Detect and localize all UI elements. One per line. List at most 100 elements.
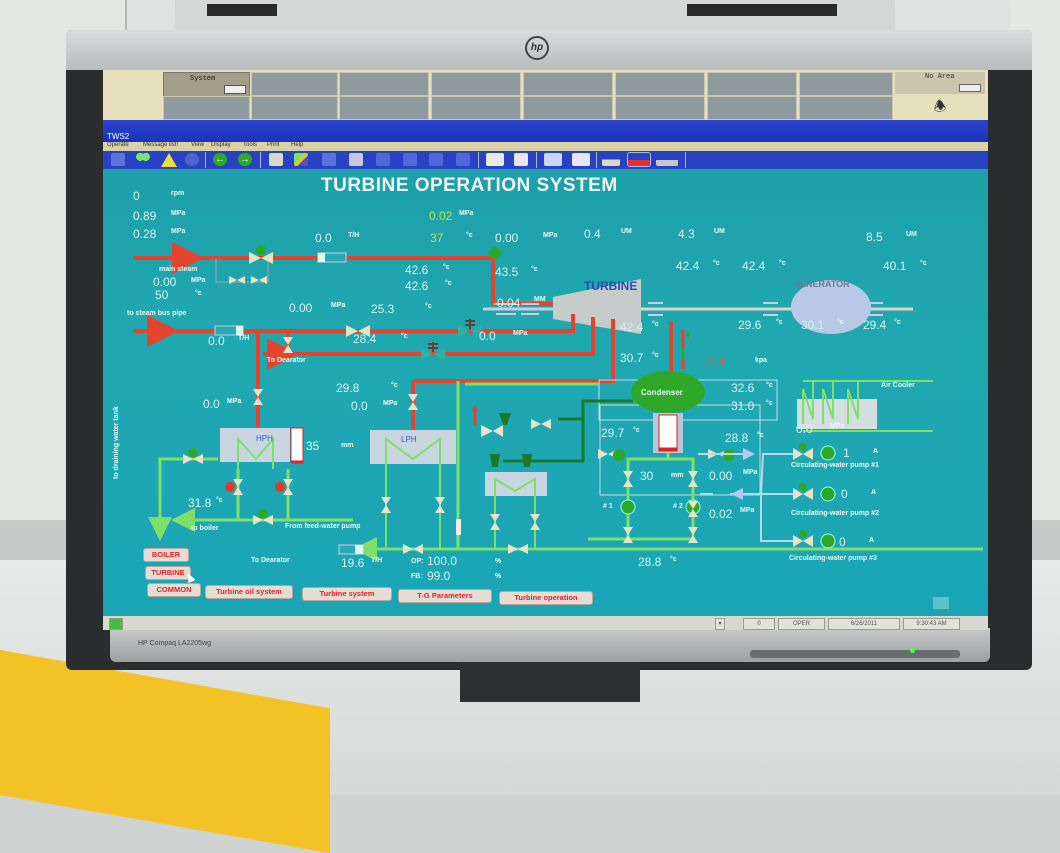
report-icon[interactable] — [269, 153, 283, 166]
cycle-icon[interactable] — [429, 153, 443, 166]
forward-arrow-icon[interactable]: → — [238, 153, 252, 166]
group-icon[interactable] — [456, 153, 470, 166]
valve-fb-unit: % — [495, 573, 502, 580]
gen-temp-2: 30.1 — [801, 318, 825, 332]
area-selector[interactable]: No Area — [895, 72, 985, 94]
menu-operate[interactable]: Operate — [107, 142, 129, 148]
alarm-cell[interactable] — [707, 96, 797, 120]
tuning-icon[interactable] — [403, 153, 417, 166]
cond-pump-pressure: 0.00 — [709, 469, 733, 483]
main-steam-flow-unit: T/H — [348, 232, 360, 239]
tab-turbine-oil-system[interactable]: Turbine oil system — [205, 585, 293, 599]
system-selector[interactable]: System — [163, 72, 250, 97]
ext-pressure-unit: MPa — [331, 302, 346, 309]
alarm-cell[interactable] — [523, 72, 613, 96]
back-arrow-icon[interactable]: ← — [213, 153, 227, 166]
ext-temp-2-value: 28.4 — [353, 332, 377, 346]
network-icon[interactable] — [136, 153, 150, 166]
alarm-cell[interactable] — [339, 72, 429, 96]
cw-header-pressure-unit: MPa — [830, 423, 845, 430]
windows-stack-icon[interactable] — [544, 153, 562, 166]
chart-icon[interactable] — [376, 153, 390, 166]
menu-message-list[interactable]: Message list! — [143, 142, 178, 148]
menu-view[interactable]: View — [191, 142, 204, 148]
alarm-cell[interactable] — [251, 96, 338, 120]
trend-icon[interactable] — [349, 153, 363, 166]
corner-icon[interactable] — [933, 597, 949, 609]
horn-silence-icon[interactable]: 🕭 — [895, 95, 985, 118]
flowmeter-fill — [236, 326, 243, 335]
graphic-icon[interactable] — [294, 153, 308, 166]
cw-out-temp-2-unit: °c — [766, 400, 773, 407]
alarm-cell[interactable] — [523, 96, 613, 120]
steam-bus-label: to steam bus pipe — [127, 310, 187, 317]
hotwell-level — [658, 414, 678, 452]
cw-out-temp-1-unit: °c — [766, 382, 773, 389]
grid-icon[interactable] — [322, 153, 336, 166]
alarm-cell[interactable] — [431, 72, 521, 96]
valve-icon — [251, 276, 267, 284]
area-dropdown[interactable] — [959, 84, 981, 92]
condensate-temp-unit: °c — [670, 556, 677, 563]
condensate-flow-unit: T/H — [371, 557, 383, 564]
tab-turbine-operation[interactable]: Turbine operation — [499, 591, 593, 605]
alarm-cell[interactable] — [251, 72, 338, 96]
alarm-gray-icon[interactable] — [656, 153, 678, 166]
calc-icon[interactable] — [514, 153, 528, 166]
nav-boiler-button[interactable]: BOILER — [143, 548, 189, 562]
alarm-cell[interactable] — [615, 72, 705, 96]
cw-pump-3-unit: A — [869, 537, 875, 544]
hotwell-level-unit: mm — [671, 472, 684, 479]
keyboard-icon[interactable] — [486, 153, 504, 166]
hph-pressure-value: 0.0 — [203, 397, 220, 411]
tile-icon[interactable] — [572, 153, 590, 166]
ext-pressure-value: 0.00 — [289, 301, 313, 315]
menu-display[interactable]: Display — [211, 142, 231, 148]
alarm-cell[interactable] — [615, 96, 705, 120]
hph-level-value: 35 — [306, 439, 320, 453]
power-led-icon — [910, 648, 915, 653]
alarm-cell[interactable] — [799, 96, 893, 120]
cw-in-temp-unit: °c — [757, 432, 764, 439]
alarm-cell[interactable] — [163, 96, 250, 120]
alarm-cell[interactable] — [339, 96, 429, 120]
status-dropdown[interactable]: ▾ — [715, 618, 725, 630]
vacuum-valve-icon — [685, 332, 690, 339]
condensate-pump-1-icon — [620, 499, 636, 515]
menu-help[interactable]: Help — [291, 142, 303, 148]
cw-header-pressure: 0.0 — [796, 422, 813, 436]
overview-icon[interactable] — [111, 153, 125, 166]
alarm-warning-icon[interactable] — [161, 153, 177, 167]
info-icon[interactable] — [185, 153, 199, 166]
menu-tools[interactable]: Tools — [243, 142, 257, 148]
alarm-cell[interactable] — [799, 72, 893, 96]
condensate-temp: 28.8 — [638, 555, 662, 569]
monitor-buttons[interactable] — [750, 650, 960, 658]
alarm-red-icon[interactable] — [627, 152, 651, 167]
system-dropdown[interactable] — [224, 85, 246, 94]
top-pressure-unit: MPa — [459, 210, 474, 217]
alarm-cell[interactable] — [707, 72, 797, 96]
exhaust-temp-unit: °c — [652, 321, 659, 328]
cw-pump-2-status-icon — [820, 486, 836, 502]
tab-tg-parameters[interactable]: T-G Parameters — [398, 589, 492, 603]
flowmeter-fill — [318, 253, 325, 262]
header-pressure-unit: MPa — [543, 232, 558, 239]
cw-out-temp-2: 31.0 — [731, 399, 755, 413]
menu-print[interactable]: Print — [267, 142, 279, 148]
alarm-doc-icon[interactable] — [602, 153, 620, 166]
tab-turbine-system[interactable]: Turbine system — [302, 587, 392, 601]
condenser-in-temp: 30.7 — [620, 351, 644, 365]
lph-label: LPH — [401, 435, 417, 444]
monitor-stand — [460, 662, 640, 702]
nav-turbine-button[interactable]: TURBINE — [145, 566, 191, 580]
temp-b-value: 42.6 — [405, 279, 429, 293]
generator-label: GENERATOR — [793, 279, 850, 289]
ext-temp-unit: °c — [425, 303, 432, 310]
main-steam-temp: 50 — [155, 288, 169, 302]
mode-indicator: OPER — [778, 618, 825, 630]
nav-common-button[interactable]: COMMON — [147, 583, 201, 597]
axial-displacement-value: -0.04 — [493, 296, 521, 310]
alarm-cell[interactable] — [431, 96, 521, 120]
valve-fb-value: 99.0 — [427, 569, 451, 583]
